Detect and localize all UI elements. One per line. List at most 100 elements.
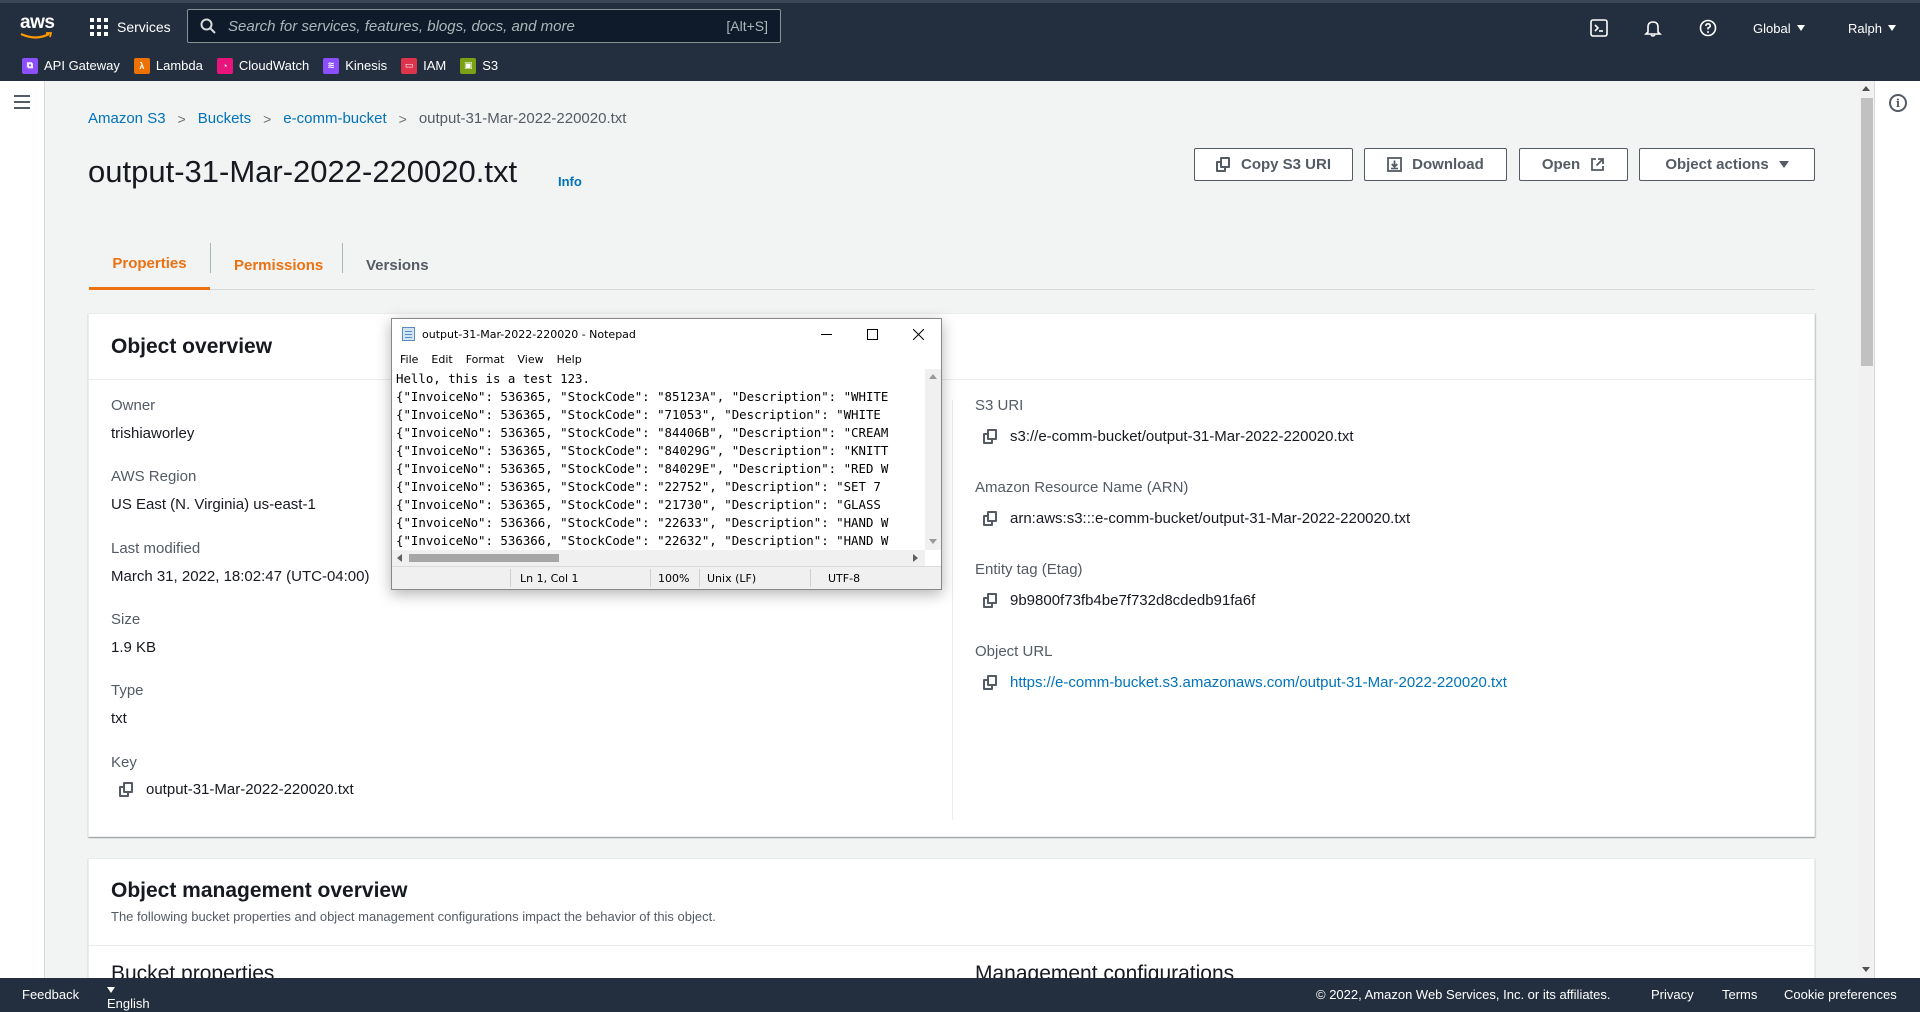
scroll-down-arrow-icon[interactable] [929, 539, 937, 544]
scroll-down-arrow-icon[interactable] [1862, 967, 1870, 972]
scroll-right-arrow-icon[interactable] [913, 554, 918, 562]
copy-icon [1215, 157, 1231, 172]
s3-uri-label: S3 URI [975, 397, 1024, 414]
menu-hamburger-icon[interactable] [14, 95, 30, 109]
page-scrollbar-thumb[interactable] [1861, 98, 1873, 366]
object-actions-dropdown[interactable]: Object actions [1639, 148, 1815, 181]
breadcrumb-buckets[interactable]: Buckets [198, 110, 251, 127]
status-divider [650, 569, 651, 587]
aws-smile-icon [20, 32, 52, 39]
cloudshell-button[interactable] [1588, 3, 1610, 53]
zoom-level: 100% [658, 572, 690, 585]
text-line: {"InvoiceNo": 536365, "StockCode": "8440… [396, 425, 889, 440]
notepad-window[interactable]: output-31-Mar-2022-220020 - Notepad File… [391, 318, 942, 590]
notifications-button[interactable] [1642, 3, 1664, 53]
maximize-button[interactable] [849, 319, 895, 349]
object-url-row: https://e-comm-bucket.s3.amazonaws.com/o… [983, 674, 1507, 691]
search-input[interactable] [228, 17, 727, 35]
copy-s3-uri-label: Copy S3 URI [1240, 156, 1331, 173]
open-button[interactable]: Open [1519, 148, 1628, 181]
etag-label: Entity tag (Etag) [975, 561, 1083, 578]
chevron-right-icon: > [263, 110, 272, 127]
copy-icon[interactable] [983, 593, 998, 608]
privacy-link[interactable]: Privacy [1651, 987, 1694, 1002]
status-divider [810, 569, 811, 587]
tab-permissions[interactable]: Permissions [234, 240, 323, 290]
s3-uri-row: s3://e-comm-bucket/output-31-Mar-2022-22… [983, 428, 1354, 445]
copy-s3-uri-button[interactable]: Copy S3 URI [1194, 148, 1353, 181]
breadcrumb-bucket[interactable]: e-comm-bucket [283, 110, 386, 127]
menu-edit[interactable]: Edit [431, 353, 452, 366]
tab-versions[interactable]: Versions [366, 240, 429, 290]
cookie-preferences-link[interactable]: Cookie preferences [1784, 987, 1897, 1002]
object-management-panel: Object management overview The following… [88, 858, 1816, 998]
region-label: AWS Region [111, 468, 197, 485]
help-button[interactable] [1697, 3, 1719, 53]
menu-help[interactable]: Help [557, 353, 582, 366]
favorite-label: API Gateway [44, 58, 120, 73]
minimize-button[interactable] [803, 319, 849, 349]
notepad-text-area[interactable]: Hello, this is a test 123. {"InvoiceNo": … [396, 370, 923, 550]
terms-link[interactable]: Terms [1722, 987, 1757, 1002]
arn-label: Amazon Resource Name (ARN) [975, 479, 1189, 496]
help-icon [1697, 17, 1719, 39]
type-value: txt [111, 710, 127, 727]
favorite-iam[interactable]: ▭ IAM [401, 57, 446, 74]
copy-icon[interactable] [119, 782, 134, 797]
menu-view[interactable]: View [518, 353, 544, 366]
favorite-cloudwatch[interactable]: ◔ CloudWatch [216, 57, 310, 74]
notepad-menu-bar: File Edit Format View Help [392, 349, 941, 369]
bell-icon [1642, 17, 1664, 39]
scroll-up-arrow-icon[interactable] [1862, 86, 1870, 91]
menu-format[interactable]: Format [466, 353, 505, 366]
cloudwatch-icon: ◔ [216, 57, 233, 74]
arn-value: arn:aws:s3:::e-comm-bucket/output-31-Mar… [1010, 510, 1411, 527]
copy-icon[interactable] [983, 511, 998, 526]
favorite-label: CloudWatch [238, 58, 310, 73]
tab-label: Versions [366, 256, 429, 274]
region-value: US East (N. Virginia) us-east-1 [111, 496, 316, 513]
horizontal-scrollbar-thumb[interactable] [409, 554, 559, 562]
services-menu-button[interactable]: Services [90, 13, 171, 41]
scroll-left-arrow-icon[interactable] [397, 554, 402, 562]
favorite-api-gateway[interactable]: ⧉ API Gateway [22, 57, 120, 74]
minimize-icon [820, 333, 832, 335]
etag-row: 9b9800f73fb4be7f732d8cdedb91fa6f [983, 592, 1255, 609]
page-title: output-31-Mar-2022-220020.txt [88, 154, 518, 189]
language-selector[interactable]: English (US) [107, 987, 150, 1012]
notepad-title: output-31-Mar-2022-220020 - Notepad [422, 327, 636, 341]
aws-logo[interactable]: aws [20, 12, 56, 40]
favorite-lambda[interactable]: λ Lambda [133, 57, 203, 74]
scroll-up-arrow-icon[interactable] [929, 374, 937, 379]
region-selector[interactable]: Global [1753, 3, 1805, 53]
notepad-horizontal-scrollbar[interactable] [392, 550, 925, 566]
column-divider [952, 400, 953, 820]
favorite-kinesis[interactable]: ≋ Kinesis [323, 57, 387, 74]
copy-icon[interactable] [983, 429, 998, 444]
breadcrumb-amazon-s3[interactable]: Amazon S3 [88, 110, 166, 127]
notepad-vertical-scrollbar[interactable] [925, 369, 941, 550]
favorite-s3[interactable]: ▣ S3 [460, 57, 498, 74]
info-link[interactable]: Info [558, 174, 582, 189]
object-overview-title: Object overview [89, 314, 1814, 380]
text-line: {"InvoiceNo": 536365, "StockCode": "2173… [396, 497, 881, 512]
key-value: output-31-Mar-2022-220020.txt [146, 781, 354, 798]
size-label: Size [111, 611, 141, 628]
chevron-right-icon: > [398, 110, 407, 127]
copy-icon[interactable] [983, 675, 998, 690]
download-button[interactable]: Download [1364, 148, 1507, 181]
search-shortcut-hint: [Alt+S] [726, 18, 768, 34]
external-link-icon [1591, 158, 1605, 171]
object-management-title: Object management overview [111, 879, 408, 902]
chevron-right-icon: > [177, 110, 186, 127]
info-panel-icon[interactable]: i [1889, 94, 1907, 112]
feedback-link[interactable]: Feedback [22, 987, 79, 1002]
account-menu[interactable]: Ralph [1848, 3, 1896, 53]
close-button[interactable] [895, 319, 941, 349]
menu-file[interactable]: File [400, 353, 418, 366]
text-line: {"InvoiceNo": 536365, "StockCode": "8512… [396, 389, 889, 404]
object-url-link[interactable]: https://e-comm-bucket.s3.amazonaws.com/o… [1010, 674, 1507, 691]
global-search[interactable]: [Alt+S] [187, 9, 781, 43]
tab-properties[interactable]: Properties [89, 240, 210, 290]
cursor-position: Ln 1, Col 1 [520, 572, 579, 585]
